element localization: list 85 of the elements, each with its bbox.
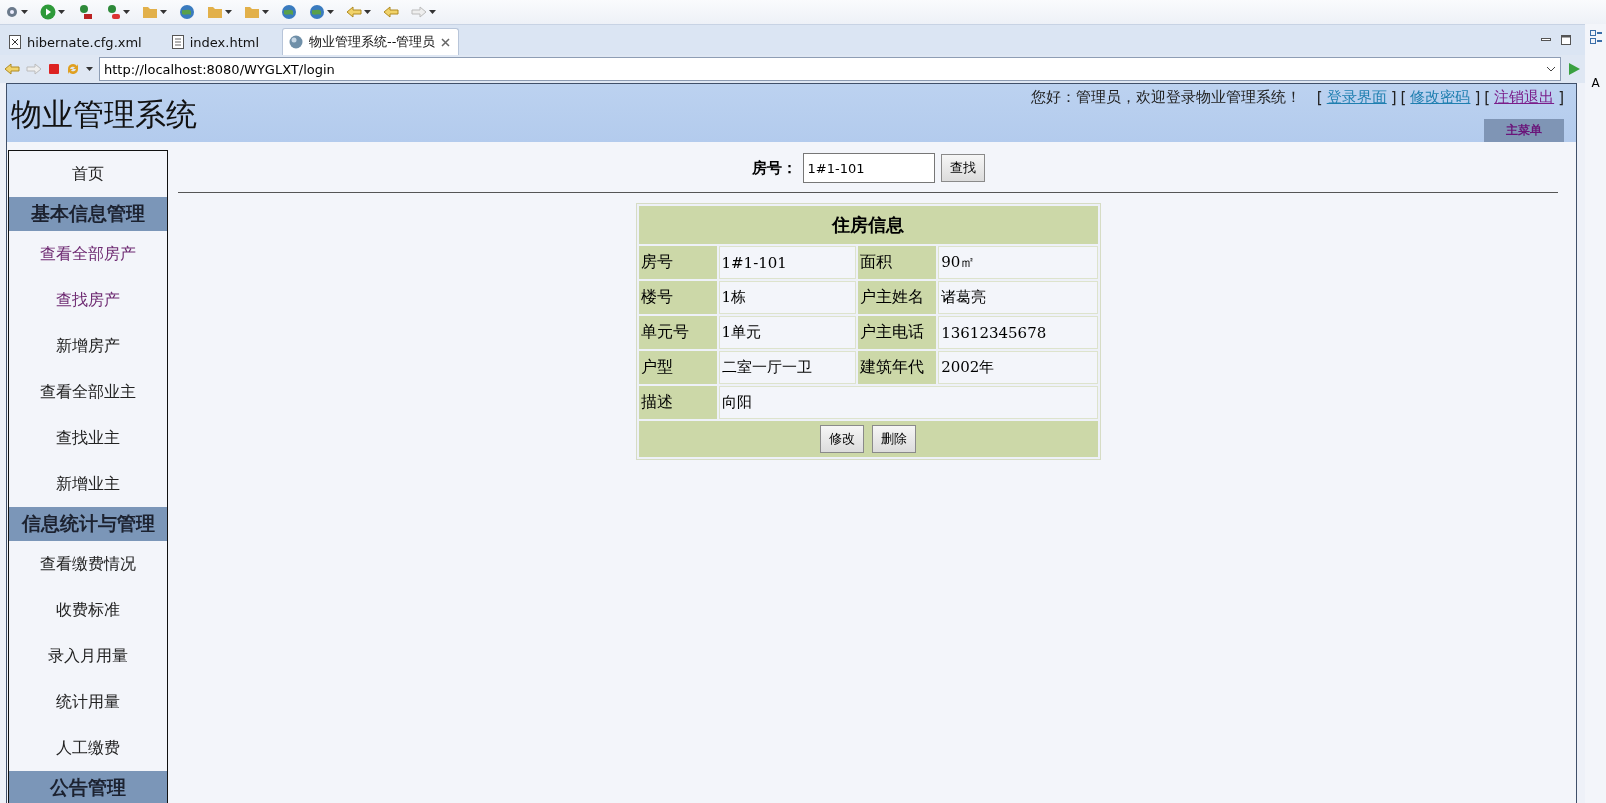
caret-icon bbox=[429, 10, 436, 14]
field-value: 向阳 bbox=[718, 386, 1098, 419]
field-label: 建筑年代 bbox=[858, 351, 937, 384]
arrow-right-icon bbox=[26, 63, 42, 75]
delete-button[interactable]: 删除 bbox=[872, 425, 916, 453]
bracket-text: ] bbox=[1474, 88, 1481, 107]
play-icon bbox=[40, 4, 56, 20]
file-icon bbox=[171, 35, 184, 49]
caret-icon bbox=[58, 10, 65, 14]
bracket-text: [ bbox=[1484, 88, 1491, 107]
arrow-right-icon bbox=[411, 6, 427, 18]
folder-icon bbox=[142, 5, 158, 19]
globe-icon bbox=[281, 4, 297, 20]
side-label: A bbox=[1591, 76, 1600, 90]
field-label: 户型 bbox=[638, 351, 717, 384]
grid-icon[interactable] bbox=[1589, 30, 1602, 44]
globe-icon bbox=[289, 35, 304, 49]
caret-icon bbox=[86, 67, 93, 71]
field-label: 户主电话 bbox=[858, 316, 937, 349]
editor-tab[interactable]: hibernate.cfg.xml bbox=[2, 28, 151, 55]
field-label: 描述 bbox=[638, 386, 717, 419]
bracket-text: ] bbox=[1558, 88, 1564, 107]
sidebar-heading: 信息统计与管理 bbox=[9, 507, 167, 541]
field-label: 单元号 bbox=[638, 316, 717, 349]
caret-icon bbox=[123, 10, 130, 14]
editor-tab[interactable]: 物业管理系统--管理员 bbox=[282, 28, 460, 55]
folder-icon bbox=[207, 5, 223, 19]
sidebar-item[interactable]: 录入月用量 bbox=[9, 633, 167, 679]
field-value: 1栋 bbox=[718, 281, 857, 314]
field-value: 诸葛亮 bbox=[938, 281, 1098, 314]
editor-tab[interactable]: index.html bbox=[164, 28, 269, 55]
sidebar-item[interactable]: 新增房产 bbox=[9, 323, 167, 369]
sidebar-item[interactable]: 首页 bbox=[9, 151, 167, 197]
sidebar-item[interactable]: 统计用量 bbox=[9, 679, 167, 725]
sidebar-item[interactable]: 新增业主 bbox=[9, 461, 167, 507]
room-number-label: 房号： bbox=[751, 158, 797, 178]
field-value: 1单元 bbox=[718, 316, 857, 349]
caret-icon bbox=[364, 10, 371, 14]
file-icon bbox=[9, 35, 21, 49]
sidebar-item[interactable]: 收费标准 bbox=[9, 587, 167, 633]
field-value: 二室一厅一卫 bbox=[718, 351, 857, 384]
sidebar-item[interactable]: 查找房产 bbox=[9, 277, 167, 323]
globe-icon bbox=[309, 4, 325, 20]
room-number-field[interactable]: 1#1-101 bbox=[802, 153, 935, 183]
edit-button[interactable]: 修改 bbox=[820, 425, 864, 453]
sidebar-item[interactable]: 人工缴费 bbox=[9, 725, 167, 771]
field-label: 户主姓名 bbox=[858, 281, 937, 314]
maximize-icon[interactable] bbox=[1561, 35, 1571, 45]
caret-icon bbox=[160, 10, 167, 14]
chevron-down-icon[interactable] bbox=[1546, 66, 1556, 72]
header-link[interactable]: 注销退出 bbox=[1494, 88, 1555, 107]
search-button[interactable]: 查找 bbox=[940, 154, 985, 182]
field-label: 楼号 bbox=[638, 281, 717, 314]
field-value: 13612345678 bbox=[938, 316, 1098, 349]
gear-icon bbox=[5, 5, 19, 19]
field-label: 面积 bbox=[858, 246, 937, 279]
close-icon[interactable] bbox=[441, 37, 451, 47]
table-title: 住房信息 bbox=[638, 206, 1098, 244]
caret-icon bbox=[225, 10, 232, 14]
bracket-text: [ bbox=[1316, 88, 1323, 107]
sidebar-heading: 公告管理 bbox=[9, 771, 167, 803]
globe-icon bbox=[179, 4, 195, 20]
sidebar-item[interactable]: 查找业主 bbox=[9, 415, 167, 461]
arrow-left-icon bbox=[383, 6, 399, 18]
field-value: 90㎡ bbox=[938, 246, 1098, 279]
site-title: 物业管理系统 bbox=[10, 95, 197, 134]
field-label: 房号 bbox=[638, 246, 717, 279]
address-field[interactable]: http://localhost:8080/WYGLXT/login bbox=[99, 57, 1561, 81]
sidebar-item[interactable]: 查看全部业主 bbox=[9, 369, 167, 415]
sidebar-item[interactable]: 查看缴费情况 bbox=[9, 541, 167, 587]
arrow-left-icon bbox=[4, 63, 20, 75]
sidebar-item[interactable]: 查看全部房产 bbox=[9, 231, 167, 277]
greeting-text: 您好：管理员，欢迎登录物业管理系统！ bbox=[1030, 88, 1301, 107]
field-value: 1#1-101 bbox=[718, 246, 857, 279]
go-icon[interactable] bbox=[1567, 62, 1581, 76]
bracket-text: ] bbox=[1390, 88, 1397, 107]
bracket-text: [ bbox=[1400, 88, 1407, 107]
caret-icon bbox=[21, 10, 28, 14]
caret-icon bbox=[327, 10, 334, 14]
sidebar-heading: 基本信息管理 bbox=[9, 197, 167, 231]
caret-icon bbox=[262, 10, 269, 14]
stop-icon[interactable] bbox=[48, 63, 60, 75]
arrow-left-icon bbox=[346, 6, 362, 18]
field-value: 2002年 bbox=[938, 351, 1098, 384]
folder-icon bbox=[244, 5, 260, 19]
